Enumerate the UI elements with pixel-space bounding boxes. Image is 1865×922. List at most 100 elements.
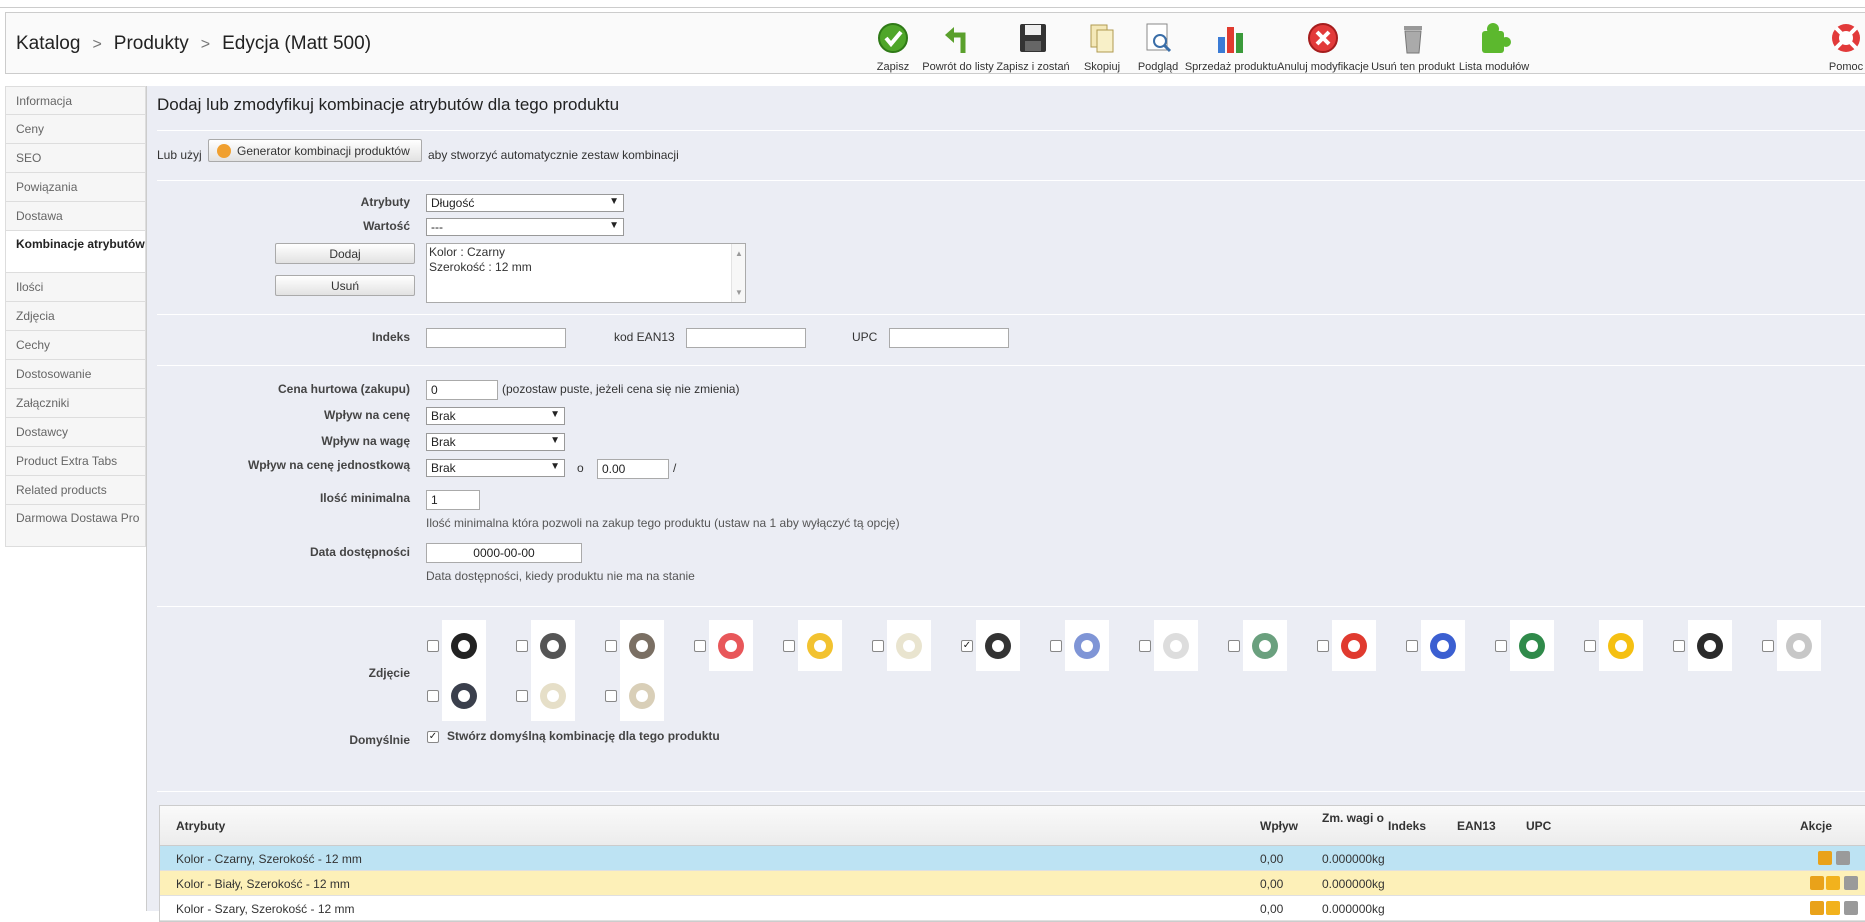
add-attribute-button[interactable]: Dodaj <box>275 243 415 264</box>
copy-button[interactable]: Skopiuj <box>1084 21 1120 73</box>
delete-icon[interactable] <box>1844 876 1858 890</box>
table-row[interactable]: Kolor - Czarny, Szerokość - 12 mm 0,00 0.0… <box>160 846 1865 871</box>
remove-attribute-button[interactable]: Usuń <box>275 275 415 296</box>
price-impact-select[interactable]: Brak ▼ <box>426 407 565 425</box>
sidebar-item-seo[interactable]: SEO <box>5 144 146 173</box>
sidebar-item-related-products[interactable]: Related products <box>5 476 146 505</box>
product-thumbnail[interactable] <box>1065 620 1109 671</box>
image-checkbox[interactable] <box>1317 640 1329 652</box>
delete-icon[interactable] <box>1844 901 1858 915</box>
modules-list-button[interactable]: Lista modułów <box>1459 21 1529 73</box>
image-checkbox[interactable] <box>516 640 528 652</box>
product-thumbnail[interactable] <box>709 620 753 671</box>
product-thumbnail[interactable] <box>1688 620 1732 671</box>
sidebar-item-ilosci[interactable]: Ilości <box>5 273 146 302</box>
product-thumbnail[interactable] <box>1243 620 1287 671</box>
product-thumbnail[interactable] <box>887 620 931 671</box>
weight-impact-select[interactable]: Brak ▼ <box>426 433 565 451</box>
back-to-list-button[interactable]: Powrót do listy <box>922 21 994 73</box>
save-button[interactable]: Zapisz <box>876 21 910 73</box>
min-qty-input[interactable] <box>426 490 480 510</box>
image-checkbox[interactable] <box>1495 640 1507 652</box>
product-thumbnail[interactable] <box>1421 620 1465 671</box>
image-checkbox[interactable] <box>1584 640 1596 652</box>
image-checkbox[interactable] <box>1673 640 1685 652</box>
sidebar-item-powiazania[interactable]: Powiązania <box>5 173 146 202</box>
unit-impact-select[interactable]: Brak ▼ <box>426 459 565 477</box>
save-and-stay-button[interactable]: Zapisz i zostań <box>996 21 1070 73</box>
delete-icon[interactable] <box>1836 851 1850 865</box>
availability-date-input[interactable] <box>426 543 582 563</box>
image-checkbox[interactable] <box>605 640 617 652</box>
image-checkbox[interactable] <box>1406 640 1418 652</box>
product-thumbnail[interactable] <box>1510 620 1554 671</box>
image-checkbox[interactable]: ✓ <box>961 640 973 652</box>
attributes-select[interactable]: Długość ▼ <box>426 194 624 212</box>
wholesale-label: Cena hurtowa (zakupu) <box>277 382 410 396</box>
default-star-icon[interactable] <box>1826 901 1840 915</box>
product-thumbnail[interactable] <box>1154 620 1198 671</box>
edit-icon[interactable] <box>1810 901 1824 915</box>
sidebar-item-zdjecia[interactable]: Zdjęcia <box>5 302 146 331</box>
image-checkbox[interactable] <box>1228 640 1240 652</box>
index-input[interactable] <box>426 328 566 348</box>
list-item[interactable]: Kolor : Czarny <box>429 245 743 260</box>
product-thumbnail[interactable] <box>620 670 664 721</box>
image-checkbox[interactable] <box>783 640 795 652</box>
sidebar-item-product-extra-tabs[interactable]: Product Extra Tabs <box>5 447 146 476</box>
cell-attributes: Kolor - Czarny, Szerokość - 12 mm <box>176 852 362 866</box>
sidebar-item-dostawcy[interactable]: Dostawcy <box>5 418 146 447</box>
help-button[interactable]: Pomoc <box>1829 21 1863 73</box>
product-thumbnail[interactable] <box>976 620 1020 671</box>
product-thumbnail[interactable] <box>1599 620 1643 671</box>
default-checkbox[interactable]: ✓ <box>427 731 439 743</box>
delete-product-button[interactable]: Usuń ten produkt <box>1371 21 1455 73</box>
image-checkbox[interactable] <box>1762 640 1774 652</box>
sidebar-item-cechy[interactable]: Cechy <box>5 331 146 360</box>
product-thumbnail[interactable] <box>442 620 486 671</box>
scrollbar[interactable]: ▲ ▼ <box>731 244 745 302</box>
ean-input[interactable] <box>686 328 806 348</box>
sidebar-item-zalaczniki[interactable]: Załączniki <box>5 389 146 418</box>
value-select[interactable]: --- ▼ <box>426 218 624 236</box>
product-thumbnail[interactable] <box>1777 620 1821 671</box>
dropdown-arrow-icon: ▼ <box>550 435 560 446</box>
sidebar-item-informacja[interactable]: Informacja <box>5 86 146 115</box>
sidebar-item-darmowa-dostawa[interactable]: Darmowa Dostawa Pro <box>5 505 146 547</box>
generator-button[interactable]: Generator kombinacji produktów <box>208 139 422 162</box>
product-thumbnail[interactable] <box>1332 620 1376 671</box>
edit-icon[interactable] <box>1818 851 1832 865</box>
product-thumbnail[interactable] <box>798 620 842 671</box>
table-row[interactable]: Kolor - Biały, Szerokość - 12 mm 0,00 0.00… <box>160 871 1865 896</box>
unit-amount-input[interactable] <box>597 459 669 479</box>
image-checkbox[interactable] <box>1139 640 1151 652</box>
image-checkbox[interactable] <box>427 690 439 702</box>
preview-button[interactable]: Podgląd <box>1138 21 1178 73</box>
product-thumbnail[interactable] <box>531 620 575 671</box>
tape-roll-image <box>540 683 566 709</box>
wholesale-input[interactable] <box>426 380 498 400</box>
unit-slash: / <box>673 461 677 475</box>
sidebar-item-kombinacje[interactable]: Kombinacje atrybutów <box>5 231 146 273</box>
image-checkbox[interactable] <box>516 690 528 702</box>
table-row[interactable]: Kolor - Szary, Szerokość - 12 mm 0,00 0.00… <box>160 896 1865 921</box>
image-checkbox[interactable] <box>694 640 706 652</box>
default-star-icon[interactable] <box>1826 876 1840 890</box>
sales-button[interactable]: Sprzedaż produktu <box>1185 21 1277 73</box>
list-item[interactable]: Szerokość : 12 mm <box>429 260 743 275</box>
image-checkbox[interactable] <box>605 690 617 702</box>
image-checkbox[interactable] <box>1050 640 1062 652</box>
sidebar-item-dostosowanie[interactable]: Dostosowanie <box>5 360 146 389</box>
cell-impact: 0,00 <box>1260 877 1284 891</box>
image-checkbox[interactable] <box>427 640 439 652</box>
image-checkbox[interactable] <box>872 640 884 652</box>
product-thumbnail[interactable] <box>531 670 575 721</box>
edit-icon[interactable] <box>1810 876 1824 890</box>
selected-attributes-list[interactable]: Kolor : Czarny Szerokość : 12 mm ▲ ▼ <box>426 243 746 303</box>
product-thumbnail[interactable] <box>442 670 486 721</box>
upc-input[interactable] <box>889 328 1009 348</box>
sidebar-item-dostawa[interactable]: Dostawa <box>5 202 146 231</box>
sidebar-item-ceny[interactable]: Ceny <box>5 115 146 144</box>
product-thumbnail[interactable] <box>620 620 664 671</box>
cancel-changes-button[interactable]: Anuluj modyfikacje <box>1277 21 1369 73</box>
